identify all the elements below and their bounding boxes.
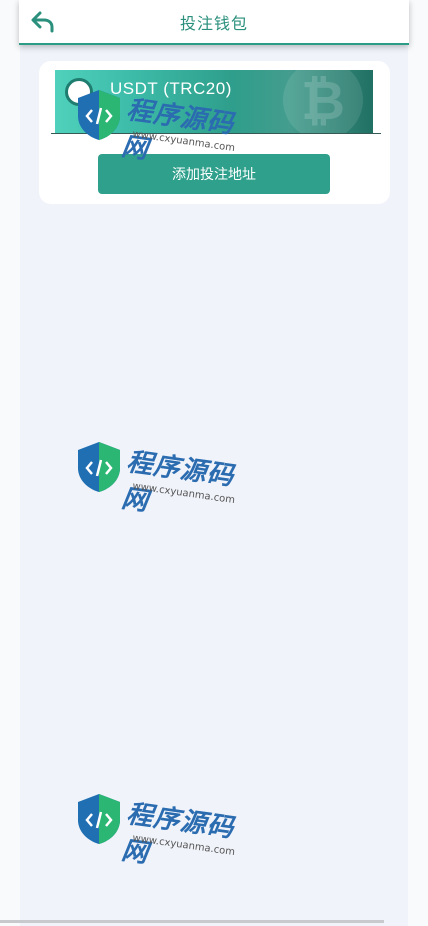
- page-title: 投注钱包: [179, 13, 248, 33]
- shield-icon: [78, 794, 120, 844]
- shield-icon: [78, 442, 120, 492]
- page: 投注钱包 ₿ USDT (TRC20) 添加投注地址 程序源码网 www.cxy…: [0, 0, 428, 926]
- scroll-indicator: [0, 920, 384, 923]
- watermark-logo: 程序源码网 www.cxyuanma.com: [76, 782, 256, 872]
- bitcoin-icon: ₿: [283, 70, 363, 133]
- back-button[interactable]: [29, 9, 57, 35]
- back-arrow-icon: [31, 11, 54, 33]
- shield-icon: [78, 90, 120, 140]
- watermark-logo: 程序源码网 www.cxyuanma.com: [76, 78, 256, 168]
- header-bar: 投注钱包: [19, 0, 409, 45]
- watermark-logo: 程序源码网 www.cxyuanma.com: [76, 430, 256, 520]
